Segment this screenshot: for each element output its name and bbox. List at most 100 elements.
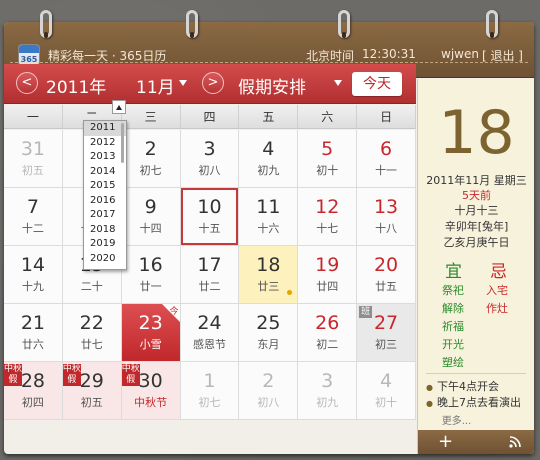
day-number: 16 — [138, 254, 163, 276]
year-dropdown-toggle[interactable] — [112, 100, 126, 114]
day-cell[interactable]: 14 十九 — [4, 246, 63, 304]
year-option[interactable]: 2015 — [84, 179, 126, 194]
event-item[interactable]: 下午4点开会 — [426, 378, 499, 394]
day-number: 20 — [373, 254, 399, 276]
day-cell[interactable]: 25 东月 — [239, 304, 299, 362]
lunar-label: 十四 — [139, 222, 162, 235]
day-cell[interactable]: 31 初五 — [4, 130, 63, 188]
lunar-label: 初四 — [21, 396, 44, 409]
lunar-label: 东月 — [257, 338, 280, 351]
day-cell[interactable]: 12 十七 — [298, 188, 358, 246]
year-option[interactable]: 2016 — [84, 194, 126, 209]
day-cell[interactable]: 中秋假 29 初五 — [62, 362, 122, 420]
day-cell[interactable]: 5 初十 — [298, 130, 358, 188]
day-number: 18 — [256, 254, 281, 276]
lunar-label: 初九 — [316, 396, 339, 409]
lunar-label: 十九 — [21, 280, 44, 293]
year-option[interactable]: 2011 — [84, 121, 126, 136]
day-cell[interactable]: 20 廿五 — [357, 246, 416, 304]
weekday-label: 四 — [181, 105, 240, 128]
day-number: 2 — [262, 370, 275, 392]
add-event-button[interactable]: + — [438, 430, 453, 454]
day-cell[interactable]: 10 十五 — [180, 188, 240, 246]
year-dropdown-scrollbar[interactable] — [121, 123, 124, 163]
today-corner-label: 今 — [169, 307, 179, 317]
day-detail-panel: 18 2011年11月 星期三 5天前 十月十三 辛卯年[兔年] 乙亥月庚午日 … — [417, 79, 534, 454]
lunar-label: 初七 — [139, 164, 162, 177]
lunar-label: 中秋节 — [134, 396, 168, 409]
day-cell[interactable]: 4 初九 — [239, 130, 299, 188]
lunar-label: 廿一 — [139, 280, 162, 293]
day-number: 25 — [256, 312, 281, 334]
event-dot-icon — [287, 290, 293, 295]
today-button[interactable]: 今天 — [352, 72, 402, 96]
lunar-label: 初七 — [198, 396, 221, 409]
year-option[interactable]: 2018 — [84, 223, 126, 238]
day-badge: 班 — [359, 306, 373, 318]
next-month-button[interactable]: > — [202, 72, 224, 94]
prev-month-button[interactable]: < — [16, 72, 38, 94]
logout-link[interactable]: [ 退出 ] — [482, 47, 523, 64]
lunar-label: 廿四 — [316, 280, 339, 293]
year-option[interactable]: 2020 — [84, 252, 126, 267]
lunar-label: 初八 — [198, 164, 221, 177]
day-cell[interactable]: 9 十四 — [121, 188, 181, 246]
year-option[interactable]: 2013 — [84, 150, 126, 165]
year-option[interactable]: 2017 — [84, 208, 126, 223]
day-cell[interactable]: 3 初九 — [298, 362, 358, 420]
lunar-label: 十七 — [316, 222, 339, 235]
relative-days: 5天前 — [462, 189, 491, 202]
lunar-label: 初二 — [316, 338, 339, 351]
lunar-label: 廿二 — [198, 280, 221, 293]
year-selector[interactable]: 2011年 — [46, 73, 106, 98]
day-cell[interactable]: 中秋假 30 中秋节 — [121, 362, 181, 420]
day-cell[interactable]: 24 感恩节 — [180, 304, 240, 362]
day-number: 26 — [315, 312, 340, 334]
day-cell[interactable]: 21 廿六 — [4, 304, 63, 362]
day-cell[interactable]: 1 初七 — [180, 362, 240, 420]
year-option[interactable]: 2014 — [84, 165, 126, 180]
day-cell[interactable]: 班 27 初三 — [357, 304, 416, 362]
day-badge: 中秋假 — [62, 364, 81, 386]
day-number: 3 — [321, 370, 334, 392]
month-selector[interactable]: 11月 — [136, 73, 175, 98]
more-events-link[interactable]: 更多... — [398, 412, 515, 427]
day-cell[interactable]: 中秋假 28 初四 — [4, 362, 63, 420]
event-item[interactable]: 晚上7点去看演出 — [426, 394, 521, 410]
day-cell[interactable]: 17 廿二 — [180, 246, 240, 304]
day-cell[interactable]: 今 23 小雪 — [121, 304, 181, 362]
day-cell[interactable]: 16 廿一 — [121, 246, 181, 304]
suitable-item: 塑绘 — [442, 356, 464, 369]
month-chevron-down-icon[interactable] — [179, 80, 187, 86]
day-cell[interactable]: 18 廿三 — [239, 246, 299, 304]
day-cell[interactable]: 3 初八 — [180, 130, 240, 188]
day-number: 31 — [20, 138, 46, 160]
day-cell[interactable]: 11 十六 — [239, 188, 299, 246]
day-cell[interactable]: 19 廿四 — [298, 246, 358, 304]
day-cell[interactable]: 7 十二 — [4, 188, 63, 246]
day-cell[interactable]: 13 十八 — [357, 188, 416, 246]
rss-icon[interactable] — [509, 436, 521, 448]
suitable-item: 开光 — [442, 338, 464, 351]
day-cell[interactable]: 2 初七 — [121, 130, 181, 188]
day-cell[interactable]: 2 初八 — [239, 362, 299, 420]
day-number: 21 — [20, 312, 46, 334]
year-option[interactable]: 2012 — [84, 136, 126, 151]
day-number: 7 — [26, 196, 39, 218]
holiday-chevron-down-icon[interactable] — [334, 80, 342, 86]
year-option[interactable]: 2019 — [84, 237, 126, 252]
suitable-item: 祭祀 — [442, 284, 464, 297]
holiday-schedule-menu[interactable]: 假期安排 — [238, 73, 306, 98]
lunar-label: 廿七 — [80, 338, 103, 351]
lunar-label: 初十 — [375, 396, 398, 409]
day-cell[interactable]: 22 廿七 — [62, 304, 122, 362]
day-cell[interactable]: 6 十一 — [357, 130, 416, 188]
big-day-number: 18 — [438, 98, 515, 168]
lunar-label: 十五 — [198, 222, 221, 235]
day-cell[interactable]: 26 初二 — [298, 304, 358, 362]
weekday-label: 三 — [122, 105, 181, 128]
day-number: 6 — [380, 138, 393, 160]
lunar-label: 十一 — [375, 164, 398, 177]
day-number: 4 — [380, 370, 393, 392]
day-number: 9 — [144, 196, 157, 218]
